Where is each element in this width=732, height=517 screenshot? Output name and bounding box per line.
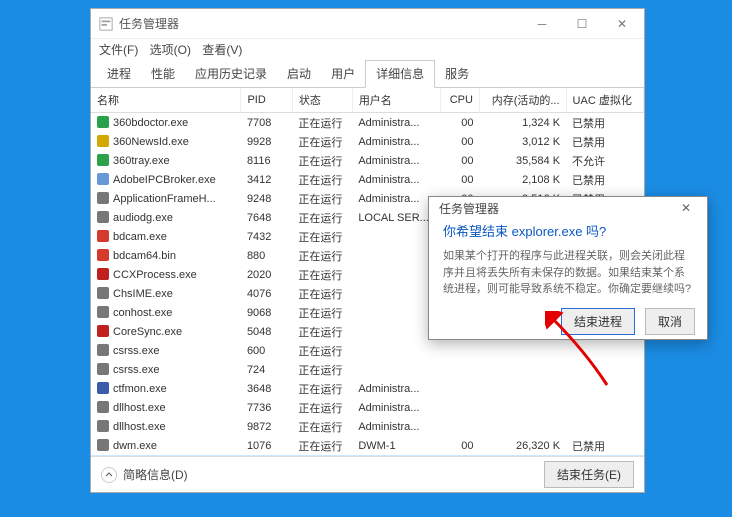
dialog-close-button[interactable]: ✕ xyxy=(671,197,701,219)
col-mem[interactable]: 内存(活动的... xyxy=(479,88,566,113)
table-row[interactable]: csrss.exe724正在运行 xyxy=(91,360,644,379)
tab-6[interactable]: 服务 xyxy=(435,61,479,87)
window-title: 任务管理器 xyxy=(119,15,522,32)
col-user[interactable]: 用户名 xyxy=(352,88,440,113)
table-row[interactable]: dwm.exe1076正在运行DWM-10026,320 K已禁用 xyxy=(91,436,644,455)
dialog-titlebar: 任务管理器 ✕ xyxy=(429,197,707,219)
app-icon xyxy=(99,17,113,31)
table-header-row: 名称 PID 状态 用户名 CPU 内存(活动的... UAC 虚拟化 xyxy=(91,88,644,113)
col-pid[interactable]: PID xyxy=(241,88,292,113)
table-row[interactable]: dllhost.exe9872正在运行Administra... xyxy=(91,417,644,436)
dialog-title: 任务管理器 xyxy=(439,200,499,217)
col-state[interactable]: 状态 xyxy=(292,88,352,113)
table-row[interactable]: 360NewsId.exe9928正在运行Administra...003,01… xyxy=(91,132,644,151)
table-row[interactable]: dllhost.exe7736正在运行Administra... xyxy=(91,398,644,417)
tab-5[interactable]: 详细信息 xyxy=(365,60,435,88)
titlebar: 任务管理器 ─ ☐ ✕ xyxy=(91,9,644,39)
dialog-headline: 你希望结束 explorer.exe 吗? xyxy=(443,221,693,240)
menu-view[interactable]: 查看(V) xyxy=(202,43,242,57)
brief-info-link[interactable]: 简略信息(D) xyxy=(123,466,188,483)
tabs: 进程性能应用历史记录启动用户详细信息服务 xyxy=(91,62,644,88)
col-name[interactable]: 名称 xyxy=(91,88,241,113)
window-controls: ─ ☐ ✕ xyxy=(522,10,642,38)
tab-4[interactable]: 用户 xyxy=(321,61,365,87)
chevron-up-icon[interactable] xyxy=(101,467,117,483)
table-row[interactable]: ctfmon.exe3648正在运行Administra... xyxy=(91,379,644,398)
close-button[interactable]: ✕ xyxy=(602,10,642,38)
confirm-dialog: 任务管理器 ✕ 你希望结束 explorer.exe 吗? 如果某个打开的程序与… xyxy=(428,196,708,340)
footer: 简略信息(D) 结束任务(E) xyxy=(91,456,644,492)
minimize-button[interactable]: ─ xyxy=(522,10,562,38)
table-row[interactable]: AdobeIPCBroker.exe3412正在运行Administra...0… xyxy=(91,170,644,189)
end-task-button[interactable]: 结束任务(E) xyxy=(544,461,634,488)
col-uac[interactable]: UAC 虚拟化 xyxy=(566,88,643,113)
col-cpu[interactable]: CPU xyxy=(441,88,480,113)
menubar: 文件(F) 选项(O) 查看(V) xyxy=(91,39,644,62)
confirm-button[interactable]: 结束进程 xyxy=(561,308,635,335)
maximize-button[interactable]: ☐ xyxy=(562,10,602,38)
tab-3[interactable]: 启动 xyxy=(277,61,321,87)
table-row[interactable]: 360bdoctor.exe7708正在运行Administra...001,3… xyxy=(91,113,644,133)
dialog-body-text: 如果某个打开的程序与此进程关联，则会关闭此程序并且将丢失所有未保存的数据。如果结… xyxy=(443,248,693,298)
tab-1[interactable]: 性能 xyxy=(141,61,185,87)
table-row[interactable]: explorer.exe4256正在运行Administra...0074,03… xyxy=(91,455,644,456)
tab-0[interactable]: 进程 xyxy=(97,61,141,87)
cancel-button[interactable]: 取消 xyxy=(645,308,695,335)
menu-file[interactable]: 文件(F) xyxy=(99,43,138,57)
menu-options[interactable]: 选项(O) xyxy=(150,43,191,57)
tab-2[interactable]: 应用历史记录 xyxy=(185,61,277,87)
dialog-body: 你希望结束 explorer.exe 吗? 如果某个打开的程序与此进程关联，则会… xyxy=(429,219,707,302)
table-row[interactable]: 360tray.exe8116正在运行Administra...0035,584… xyxy=(91,151,644,170)
